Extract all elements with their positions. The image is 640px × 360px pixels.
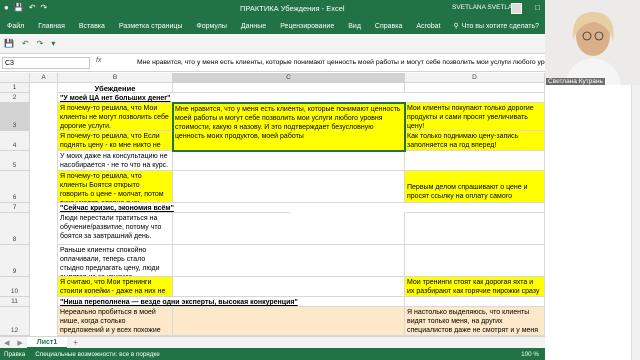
account-avatar[interactable] [511, 3, 522, 14]
tab-insert[interactable]: Вставка [72, 23, 112, 30]
tell-me-search[interactable]: ⚲ Что вы хотите сделать? [448, 22, 540, 31]
cell-c3[interactable]: Мне нравится, что у меня есть клиенты, к… [173, 103, 405, 151]
autosave-icon[interactable]: ● [4, 3, 9, 12]
tab-file[interactable]: Файл [0, 23, 31, 30]
column-header-c[interactable]: C [173, 73, 405, 83]
cell-b9[interactable]: Раньше клиенты спокойно оплачивали, тепе… [58, 245, 173, 277]
formula-input[interactable]: Мне нравится, что у меня есть клиенты, к… [137, 57, 545, 69]
cell-d4[interactable]: Как только поднимаю цену-запись заполняе… [405, 131, 545, 151]
cell-c10[interactable] [173, 277, 405, 297]
side-panel: Светлана Кутрань [545, 0, 640, 360]
cell-b1[interactable]: Убеждение [58, 83, 173, 93]
cell-d10[interactable]: Мои тренинги стоят как дорогая яхта и их… [405, 277, 545, 297]
next-sheet-icon[interactable]: ▶ [13, 339, 26, 347]
cell-b6[interactable]: Я почему-то решила, что клиенты Боятся о… [58, 171, 173, 203]
cell-d8[interactable] [405, 213, 545, 245]
participant-name: Светлана Кутрань [546, 78, 605, 85]
tab-help[interactable]: Справка [368, 23, 409, 30]
row-header-5[interactable]: 5 [0, 151, 30, 171]
redo-icon[interactable]: ↷ [41, 3, 48, 12]
row-header-1[interactable]: 1 [0, 83, 30, 93]
ribbon-tabs: Файл Главная Вставка Разметка страницы Ф… [0, 18, 545, 34]
row-header-4[interactable]: 4 [0, 131, 30, 151]
row-header-3[interactable]: 3 [0, 103, 30, 131]
quick-toolbar: 💾 ↶ ↷ ▾ [0, 34, 545, 54]
cell-b11[interactable]: "Ниша переполнена — везде одни эксперты,… [58, 297, 405, 307]
row-header-2[interactable]: 2 [0, 93, 30, 103]
tab-home[interactable]: Главная [31, 23, 72, 30]
tab-view[interactable]: Вид [341, 23, 368, 30]
column-header-a[interactable]: A [30, 73, 58, 83]
tell-me-label: Что вы хотите сделать? [461, 22, 540, 30]
sheet-tabs-bar: ◀ ▶ Лист1 + [0, 336, 545, 349]
cell-d6[interactable]: Первым делом спрашивают о цене и просят … [405, 171, 545, 203]
add-sheet-button[interactable]: + [67, 338, 84, 347]
cell-b7[interactable]: "Сейчас кризис, экономия всём" [58, 203, 290, 213]
cell-b3[interactable]: Я почему-то решила, что Мои клиенты не м… [58, 103, 173, 131]
ribbon-display-icon[interactable]: □ [535, 3, 540, 12]
tab-acrobat[interactable]: Acrobat [409, 23, 447, 30]
column-header-d[interactable]: D [405, 73, 545, 83]
status-bar: Правка Специальные возможности: все в по… [0, 348, 545, 360]
participant-video: Светлана Кутрань [545, 0, 640, 85]
window-title: ПРАКТИКА Убеждения - Excel [240, 4, 345, 13]
row-header-7[interactable]: 7 [0, 203, 30, 213]
undo-icon[interactable]: ↶ [29, 3, 36, 12]
row-header-9[interactable]: 9 [0, 245, 30, 277]
row-header-12[interactable]: 12 [0, 307, 30, 336]
cell-d1[interactable] [405, 83, 545, 93]
fx-icon[interactable]: fx [96, 57, 101, 64]
cell-d9[interactable] [405, 245, 545, 277]
formula-bar: C3 fx Мне нравится, что у меня есть клие… [0, 55, 545, 72]
cell-d11[interactable] [405, 297, 545, 307]
cell-d3[interactable]: Мои клиенты покупают только дорогие прод… [405, 103, 545, 131]
spreadsheet-grid: A B C D 1 2 3 4 5 6 7 8 9 10 11 12 Убежд… [0, 73, 545, 336]
cell-b12[interactable]: Нереально пробиться в моей нише, когда с… [58, 307, 173, 336]
cell-b4[interactable]: Я почему-то решила, что Если поднять цен… [58, 131, 173, 151]
accessibility-status[interactable]: Специальные возможности: все в порядке [35, 351, 159, 358]
cell-c5[interactable] [173, 151, 405, 171]
tab-review[interactable]: Рецензирование [273, 23, 341, 30]
save-icon[interactable]: 💾 [4, 39, 14, 48]
cell-c9[interactable] [173, 245, 405, 277]
customize-icon[interactable]: ▾ [51, 39, 55, 48]
cell-b5[interactable]: У моих даже на консультацию не насобирае… [58, 151, 173, 171]
cell-c8[interactable] [173, 213, 405, 245]
sheet-tab-list1[interactable]: Лист1 [26, 336, 68, 349]
redo-icon[interactable]: ↷ [37, 39, 44, 48]
cell-c6[interactable] [173, 171, 405, 203]
cell-d2[interactable] [405, 93, 545, 103]
row-header-10[interactable]: 10 [0, 277, 30, 297]
title-bar: ● 💾 ↶ ↷ ПРАКТИКА Убеждения - Excel SVETL… [0, 0, 640, 18]
tab-formulas[interactable]: Формулы [189, 23, 233, 30]
cell-d12[interactable]: Я настолько выделяюсь, что клиенты видят… [405, 307, 545, 336]
cell-b8[interactable]: Люди перестали тратиться на обучение/раз… [58, 213, 173, 245]
cell-c12[interactable] [173, 307, 405, 336]
cell-d5[interactable] [405, 151, 545, 171]
lightbulb-icon: ⚲ [453, 23, 459, 30]
select-all-corner[interactable] [0, 73, 30, 83]
cell-c1[interactable] [173, 83, 405, 93]
cell-d7[interactable] [405, 203, 545, 213]
status-mode: Правка [4, 350, 26, 358]
name-box[interactable]: C3 [2, 57, 90, 69]
tab-page-layout[interactable]: Разметка страницы [112, 23, 190, 30]
zoom-level[interactable]: 100 % [521, 351, 545, 358]
save-icon[interactable]: 💾 [14, 3, 24, 12]
participant-portrait [545, 0, 640, 85]
tab-data[interactable]: Данные [234, 23, 273, 30]
column-a-cells[interactable] [30, 83, 58, 336]
row-header-11[interactable]: 11 [0, 297, 30, 307]
cell-b10[interactable]: Я считаю, что Мои тренинги стоили копейк… [58, 277, 173, 297]
row-header-8[interactable]: 8 [0, 213, 30, 245]
undo-icon[interactable]: ↶ [22, 39, 29, 48]
column-header-b[interactable]: B [58, 73, 173, 83]
cell-b2[interactable]: "У моей ЦА нет больших денег" [58, 93, 290, 103]
row-header-6[interactable]: 6 [0, 171, 30, 203]
prev-sheet-icon[interactable]: ◀ [0, 339, 13, 347]
quick-access-toolbar: ● 💾 ↶ ↷ [4, 3, 47, 12]
vertical-scrollbar[interactable] [631, 85, 640, 360]
